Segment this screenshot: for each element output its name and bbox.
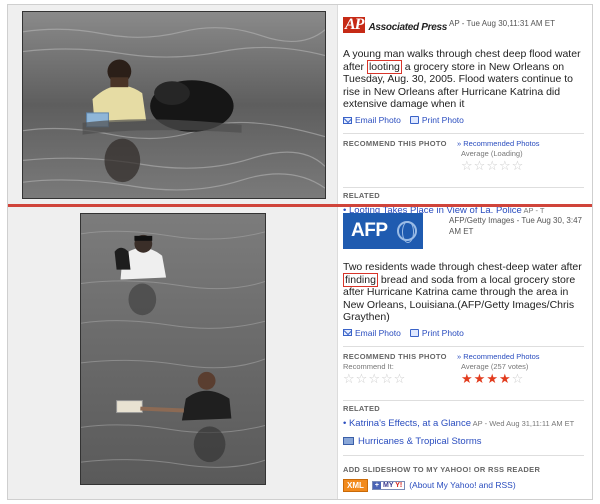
star-icon[interactable]: ☆ — [356, 372, 368, 385]
star-icon: ☆ — [486, 158, 498, 173]
average-rating-stars: ★ ★ ★ ★ ☆ — [461, 372, 523, 385]
star-icon: ☆ — [473, 158, 486, 173]
globe-icon — [397, 221, 417, 243]
star-icon: ★ — [473, 370, 486, 386]
photo-actions: Email Photo Print Photo — [343, 115, 592, 125]
star-icon[interactable]: ☆ — [394, 372, 406, 385]
star-icon: ★ — [498, 370, 511, 386]
star-icon: ☆ — [511, 370, 524, 386]
average-rating-label: Average (257 votes) — [461, 361, 529, 371]
star-icon: ☆ — [461, 158, 473, 173]
add-slideshow-title: ADD SLIDESHOW TO MY YAHOO! OR RSS READER — [343, 464, 541, 474]
printer-icon — [409, 116, 419, 124]
photo-header: AFP AFP/Getty Images - Tue Aug 30, 3:47 … — [343, 213, 592, 249]
add-to-my-yahoo-button[interactable]: + MY Y! — [371, 480, 406, 490]
recommend-title: RECOMMEND THIS PHOTO — [343, 139, 447, 148]
news-photo-man-in-floodwater[interactable] — [22, 11, 326, 199]
recommend-section: RECOMMEND THIS PHOTO » Recommended Photo… — [343, 352, 592, 392]
email-icon — [343, 116, 352, 124]
about-my-yahoo-link[interactable]: (About My Yahoo! and RSS) — [409, 480, 515, 490]
star-icon[interactable]: ☆ — [343, 372, 355, 385]
recommend-title: RECOMMEND THIS PHOTO — [343, 351, 447, 361]
star-icon: ☆ — [511, 158, 524, 173]
divider — [343, 133, 584, 134]
photo-header: AP Associated Press AP - Tue Aug 30,11:3… — [343, 11, 592, 41]
average-rating-stars: ☆ ☆ ☆ ☆ ☆ — [461, 159, 523, 172]
photo-caption: A young man walks through chest deep flo… — [343, 48, 581, 110]
star-icon: ★ — [461, 370, 473, 386]
email-icon — [343, 329, 352, 336]
recommended-photos-link[interactable]: » Recommended Photos — [457, 352, 540, 361]
photo-info: AFP AFP/Getty Images - Tue Aug 30, 3:47 … — [341, 207, 592, 499]
photo-timestamp: AFP/Getty Images - Tue Aug 30, 3:47 AM E… — [449, 216, 582, 236]
average-rating-label: Average (Loading) — [461, 149, 523, 158]
email-photo-link[interactable]: Email Photo — [343, 328, 401, 338]
printer-icon — [409, 328, 419, 337]
recommended-photos-link[interactable]: » Recommended Photos — [457, 139, 540, 148]
divider — [343, 345, 584, 347]
divider — [343, 187, 584, 188]
photo-panel-2: AFP AFP/Getty Images - Tue Aug 30, 3:47 … — [8, 207, 592, 499]
highlighted-word: looting — [366, 59, 402, 74]
topic-icon — [343, 437, 354, 445]
photo-panel-1: AP Associated Press AP - Tue Aug 30,11:3… — [8, 5, 592, 216]
star-icon: ☆ — [498, 158, 511, 173]
photo-timestamp: AP - Tue Aug 30,11:31 AM ET — [449, 19, 555, 28]
ap-logo: AP Associated Press — [343, 16, 448, 33]
related-link[interactable]: • Katrina's Effects, at a Glance AP - We… — [343, 418, 579, 430]
photo-caption: Two residents wade through chest-deep wa… — [343, 261, 582, 323]
photo-gallery: AP Associated Press AP - Tue Aug 30,11:3… — [7, 4, 593, 500]
feed-buttons: XML + MY Y! (About My Yahoo! and RSS) — [343, 478, 592, 492]
photo-actions: Email Photo Print Photo — [343, 328, 592, 338]
photo-column — [8, 207, 338, 499]
recommend-it-label: Recommend It: — [343, 361, 394, 371]
email-photo-link[interactable]: Email Photo — [343, 115, 401, 125]
related-title: RELATED — [343, 191, 380, 200]
photo-info: AP Associated Press AP - Tue Aug 30,11:3… — [341, 5, 592, 216]
xml-feed-button[interactable]: XML — [343, 478, 368, 492]
add-slideshow-section: ADD SLIDESHOW TO MY YAHOO! OR RSS READER… — [343, 465, 592, 492]
afp-logo: AFP — [343, 213, 423, 249]
print-photo-link[interactable]: Print Photo — [409, 115, 464, 125]
news-photo-two-residents-wading[interactable] — [80, 213, 266, 485]
star-icon[interactable]: ☆ — [381, 372, 393, 385]
divider — [343, 399, 584, 401]
related-topic-link[interactable]: Hurricanes & Tropical Storms — [343, 436, 592, 447]
recommend-stars[interactable]: ☆ ☆ ☆ ☆ ☆ — [343, 372, 405, 385]
recommend-section: RECOMMEND THIS PHOTO » Recommended Photo… — [343, 139, 592, 179]
star-icon[interactable]: ☆ — [368, 372, 380, 385]
highlighted-word: finding — [343, 272, 378, 287]
star-icon: ★ — [486, 370, 498, 386]
related-section: RELATED • Katrina's Effects, at a Glance… — [343, 404, 592, 447]
print-photo-link[interactable]: Print Photo — [409, 328, 464, 338]
photo-column — [8, 5, 338, 205]
related-title: RELATED — [343, 403, 380, 413]
divider — [343, 454, 584, 456]
